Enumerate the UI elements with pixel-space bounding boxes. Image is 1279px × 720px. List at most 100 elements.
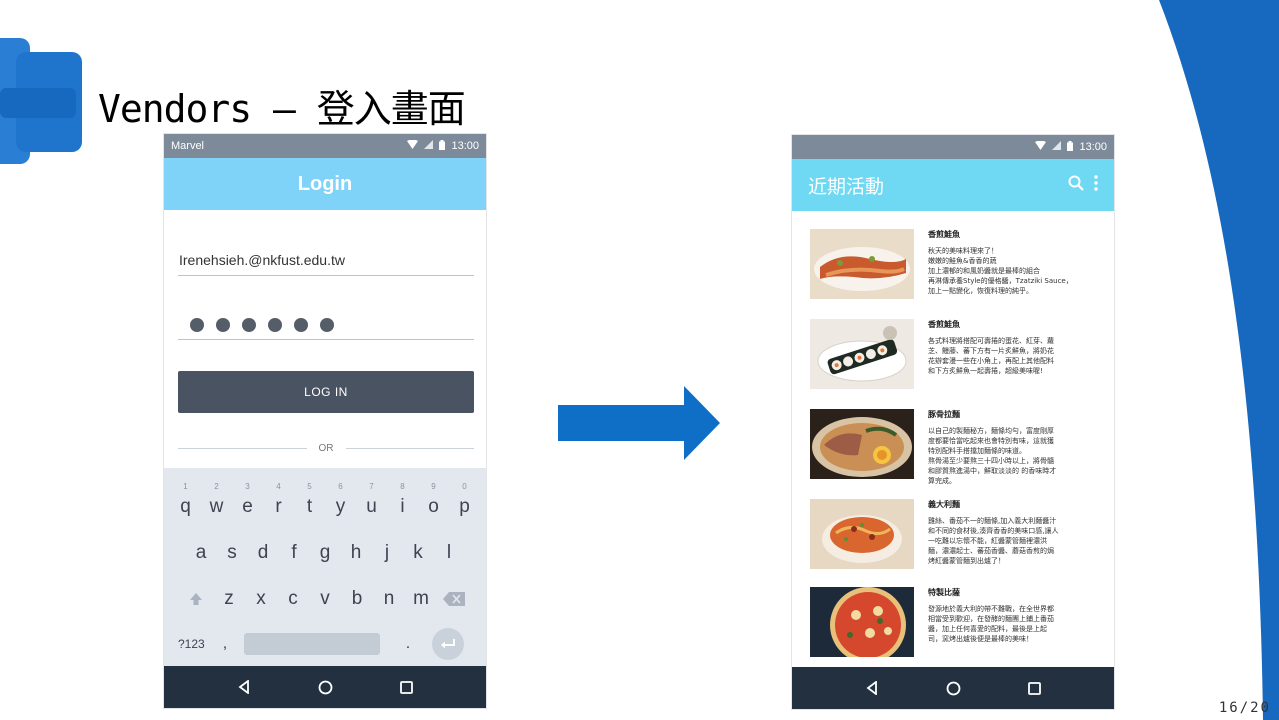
- event-title: 豚骨拉麵: [928, 410, 960, 419]
- key-j[interactable]: j: [372, 542, 403, 564]
- event-image: [810, 587, 914, 657]
- carrier-label: Marvel: [171, 140, 205, 152]
- home-icon[interactable]: [946, 681, 961, 696]
- signal-icon: [424, 140, 434, 152]
- key-r[interactable]: 4r: [263, 482, 294, 518]
- password-dot: [268, 317, 282, 332]
- decor-bar: [0, 88, 76, 118]
- battery-icon: [439, 139, 446, 153]
- password-dot: [216, 317, 230, 332]
- key-w[interactable]: 2w: [201, 482, 232, 518]
- event-title: 香煎鮭魚: [928, 320, 960, 329]
- keyboard-row-3: z x c v b n m: [164, 588, 486, 610]
- event-image: [810, 319, 914, 389]
- symbols-key[interactable]: ?123: [178, 637, 214, 651]
- wifi-icon: [407, 139, 419, 152]
- key-h[interactable]: h: [341, 542, 372, 564]
- key-o[interactable]: 9o: [418, 482, 449, 518]
- event-image: [810, 409, 914, 479]
- key-i[interactable]: 8i: [387, 482, 418, 518]
- comma-key[interactable]: ,: [214, 635, 236, 653]
- event-item[interactable]: 義大利麵 雞絲、番茄不一的麵條,加入義大利麵醬汁 和不同的食材後,湊齊香香的美味…: [810, 499, 1100, 569]
- key-m[interactable]: m: [405, 588, 437, 610]
- event-description: 以自己的製麵秘方，麵條均勻，富度剛厚 度都要恰當吃起來也會特別有味，這就獲 特別…: [928, 427, 1057, 485]
- battery-icon: [1067, 140, 1074, 154]
- status-time: 13:00: [1079, 141, 1107, 153]
- slide-title: Vendors – 登入畫面: [98, 87, 466, 131]
- key-v[interactable]: v: [309, 588, 341, 610]
- backspace-icon[interactable]: [437, 588, 471, 610]
- home-icon[interactable]: [318, 680, 333, 695]
- space-key[interactable]: [244, 633, 380, 655]
- enter-icon[interactable]: [432, 628, 464, 660]
- search-icon[interactable]: [1068, 175, 1084, 195]
- decor-swoosh: [1159, 0, 1279, 720]
- key-y[interactable]: 6y: [325, 482, 356, 518]
- soft-keyboard: 1q 2w 3e 4r 5t 6y 7u 8i 9o 0p a s d f g …: [164, 468, 486, 668]
- back-icon[interactable]: [237, 680, 251, 694]
- arrow-right-icon: [558, 386, 720, 460]
- recents-icon[interactable]: [1027, 681, 1041, 695]
- event-item[interactable]: 豚骨拉麵 以自己的製麵秘方，麵條均勻，富度剛厚 度都要恰當吃起來也會特別有味，這…: [810, 409, 1100, 486]
- key-k[interactable]: k: [403, 542, 434, 564]
- key-x[interactable]: x: [245, 588, 277, 610]
- event-image: [810, 499, 914, 569]
- key-e[interactable]: 3e: [232, 482, 263, 518]
- key-d[interactable]: d: [248, 542, 279, 564]
- password-dot: [294, 317, 308, 332]
- recents-icon[interactable]: [399, 680, 413, 694]
- key-f[interactable]: f: [279, 542, 310, 564]
- nav-bar: [164, 666, 486, 708]
- key-q[interactable]: 1q: [170, 482, 201, 518]
- keyboard-row-2: a s d f g h j k l: [164, 542, 486, 564]
- more-vert-icon[interactable]: [1094, 175, 1098, 195]
- key-a[interactable]: a: [186, 542, 217, 564]
- login-button[interactable]: LOG IN: [178, 371, 474, 413]
- key-c[interactable]: c: [277, 588, 309, 610]
- keyboard-bottom-row: ?123 , .: [178, 628, 478, 660]
- divider-line: [178, 448, 307, 449]
- key-b[interactable]: b: [341, 588, 373, 610]
- event-description: 雞絲、番茄不一的麵條,加入義大利麵醬汁 和不同的食材後,湊齊香香的美味口感,讓人…: [928, 517, 1059, 565]
- event-title: 特製比薩: [928, 588, 960, 597]
- key-p[interactable]: 0p: [449, 482, 480, 518]
- status-bar: Marvel 13:00: [164, 134, 486, 158]
- email-field[interactable]: [178, 244, 474, 276]
- key-u[interactable]: 7u: [356, 482, 387, 518]
- keyboard-row-1: 1q 2w 3e 4r 5t 6y 7u 8i 9o 0p: [164, 482, 486, 518]
- period-key[interactable]: .: [388, 635, 428, 653]
- key-l[interactable]: l: [434, 542, 465, 564]
- login-title: Login: [297, 172, 353, 195]
- password-dot: [190, 317, 204, 332]
- status-time: 13:00: [451, 140, 479, 152]
- key-t[interactable]: 5t: [294, 482, 325, 518]
- event-title: 義大利麵: [928, 500, 960, 509]
- divider-line: [345, 448, 474, 449]
- event-description: 秋天的美味料理來了！ 嫩嫩的鮭魚&香香的蔬 加上濃郁的和風奶醬就是最棒的組合 再…: [928, 247, 1073, 295]
- event-item[interactable]: 香煎鮭魚 各式料理將搭配可壽捲的蛋花、紅芽、蘿 芝、鰻藤、蕃下方有一片炙鮮魚，將…: [810, 319, 1100, 389]
- or-label: OR: [318, 443, 334, 454]
- event-item[interactable]: 特製比薩 發源地於義大利的帶不難戰，在全世界都 相當受到歡迎，在發酵的麵團上鋪上…: [810, 587, 1100, 657]
- page-number: 16/20: [1218, 700, 1271, 716]
- event-description: 發源地於義大利的帶不難戰，在全世界都 相當受到歡迎，在發酵的麵團上鋪上番茄 醬，…: [928, 605, 1054, 643]
- password-dot: [242, 317, 256, 332]
- status-bar: 13:00: [792, 135, 1114, 159]
- event-title: 香煎鮭魚: [928, 230, 960, 239]
- key-s[interactable]: s: [217, 542, 248, 564]
- event-description: 各式料理將搭配可壽捲的蛋花、紅芽、蘿 芝、鰻藤、蕃下方有一片炙鮮魚，將奶花 花辦…: [928, 337, 1054, 375]
- events-app-bar: 近期活動: [792, 159, 1114, 211]
- key-z[interactable]: z: [213, 588, 245, 610]
- events-phone-screen: 13:00 近期活動 香煎鮭魚 秋天的美味料理來了！ 嫩嫩的鮭魚&香香的蔬 加上…: [791, 134, 1115, 710]
- events-title: 近期活動: [808, 175, 885, 198]
- nav-bar: [792, 667, 1114, 709]
- login-phone-screen: Marvel 13:00 Login LOG IN OR: [163, 133, 487, 709]
- password-field[interactable]: [178, 310, 474, 340]
- back-icon[interactable]: [865, 681, 879, 695]
- key-n[interactable]: n: [373, 588, 405, 610]
- key-g[interactable]: g: [310, 542, 341, 564]
- event-item[interactable]: 香煎鮭魚 秋天的美味料理來了！ 嫩嫩的鮭魚&香香的蔬 加上濃郁的和風奶醬就是最棒…: [810, 229, 1100, 299]
- or-divider: OR: [178, 443, 474, 454]
- shift-icon[interactable]: [179, 588, 213, 610]
- event-image: [810, 229, 914, 299]
- password-dot: [320, 317, 334, 332]
